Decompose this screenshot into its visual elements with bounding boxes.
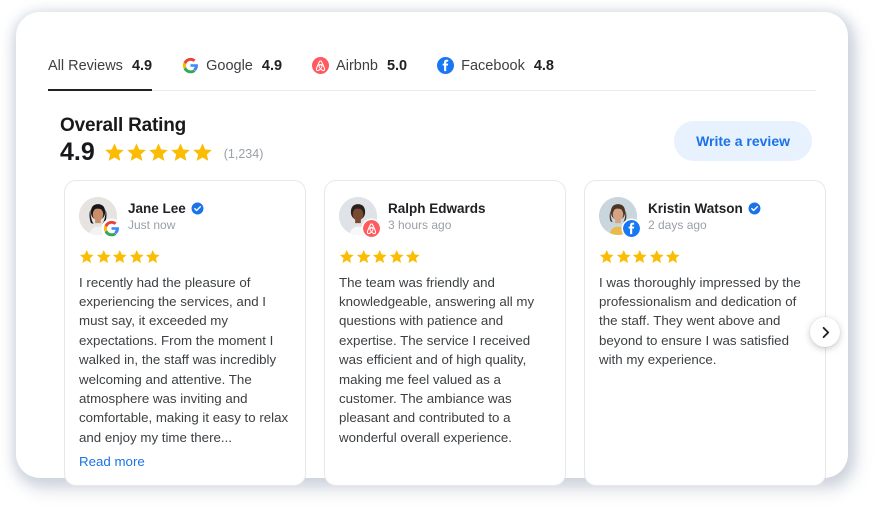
airbnb-icon (363, 220, 380, 237)
chevron-right-icon (819, 326, 832, 339)
star-icon (389, 249, 405, 265)
tab-airbnb[interactable]: Airbnb 5.0 (312, 50, 407, 89)
review-text: The team was friendly and knowledgeable,… (339, 274, 535, 445)
reviewer-name: Jane Lee (128, 200, 186, 216)
reviews-panel: All Reviews 4.9 Google 4.9 Airbnb 5.0 Facebook… (16, 12, 848, 487)
review-timestamp: 3 hours ago (388, 217, 452, 232)
review-star-rating (599, 249, 811, 265)
review-header: Jane Lee Just now (79, 197, 291, 237)
star-icon (170, 142, 191, 163)
reviewer-meta: Kristin Watson 2 days ago (648, 201, 761, 232)
reviewer-name: Kristin Watson (648, 200, 743, 216)
review-timestamp: Just now (128, 217, 176, 232)
tab-label: All Reviews (48, 57, 123, 74)
review-card: Kristin Watson 2 days ago I was thoroughly… (584, 180, 826, 487)
overall-rating-title: Overall Rating (60, 115, 187, 136)
review-card: Jane Lee Just now I recently had the pleas… (64, 180, 306, 487)
screenshot-root: All Reviews 4.9 Google 4.9 Airbnb 5.0 Facebook… (0, 0, 880, 512)
star-icon (148, 142, 169, 163)
star-icon (632, 249, 648, 265)
tab-score: 4.9 (261, 57, 283, 74)
avatar (339, 197, 380, 237)
avatar (79, 197, 120, 237)
source-tabs: All Reviews 4.9 Google 4.9 Airbnb 5.0 Facebook… (48, 50, 816, 91)
review-count: (1,234) (223, 147, 264, 161)
review-timestamp: 2 days ago (648, 217, 707, 232)
star-icon (665, 249, 681, 265)
overall-rating-score: 4.9 (60, 138, 95, 166)
star-icon (192, 142, 213, 163)
star-icon (104, 142, 125, 163)
star-icon (405, 249, 421, 265)
next-reviews-button[interactable] (810, 317, 840, 347)
avatar (599, 197, 640, 237)
review-card: Ralph Edwards 3 hours ago The team was fri… (324, 180, 566, 487)
tab-google[interactable]: Google 4.9 (182, 50, 282, 89)
verified-badge-icon (191, 202, 204, 215)
star-icon (616, 249, 632, 265)
star-icon (356, 249, 372, 265)
star-icon (145, 249, 161, 265)
star-icon (79, 249, 95, 265)
facebook-icon (623, 220, 640, 237)
google-icon (182, 57, 199, 74)
star-icon (126, 142, 147, 163)
overall-star-rating (104, 142, 213, 163)
tab-label: Airbnb (336, 57, 378, 74)
tab-label: Google (206, 57, 253, 74)
facebook-icon (437, 57, 455, 74)
review-header: Kristin Watson 2 days ago (599, 197, 811, 237)
tab-label: Facebook (461, 57, 525, 74)
verified-badge-icon (748, 202, 761, 215)
reviewer-meta: Ralph Edwards 3 hours ago (388, 201, 486, 232)
review-star-rating (79, 249, 291, 265)
star-icon (339, 249, 355, 265)
tab-score: 4.8 (533, 57, 554, 74)
review-text: I was thoroughly impressed by the profes… (599, 274, 801, 368)
review-card-list: Jane Lee Just now I recently had the pleas… (64, 180, 826, 487)
review-text: I recently had the pleasure of experienc… (79, 274, 289, 445)
star-icon (96, 249, 112, 265)
reviewer-name: Ralph Edwards (388, 200, 486, 216)
review-header: Ralph Edwards 3 hours ago (339, 197, 551, 237)
star-icon (372, 249, 388, 265)
tab-all-reviews[interactable]: All Reviews 4.9 (48, 50, 153, 91)
star-icon (129, 249, 145, 265)
star-icon (599, 249, 615, 265)
tab-facebook[interactable]: Facebook 4.8 (437, 50, 554, 89)
reviewer-meta: Jane Lee Just now (128, 201, 204, 232)
reviewer-name-row: Ralph Edwards (388, 201, 486, 216)
star-icon (112, 249, 128, 265)
write-a-review-button[interactable]: Write a review (674, 121, 812, 161)
tab-score: 5.0 (386, 57, 408, 74)
read-more-link[interactable]: Read more (79, 454, 145, 469)
reviewer-name-row: Kristin Watson (648, 201, 761, 216)
review-star-rating (339, 249, 551, 265)
star-icon (649, 249, 665, 265)
overall-rating-row: 4.9 (1,234) (60, 140, 263, 165)
google-icon (103, 220, 120, 237)
airbnb-icon (312, 57, 330, 74)
tab-score: 4.9 (131, 57, 153, 74)
reviewer-name-row: Jane Lee (128, 201, 204, 216)
